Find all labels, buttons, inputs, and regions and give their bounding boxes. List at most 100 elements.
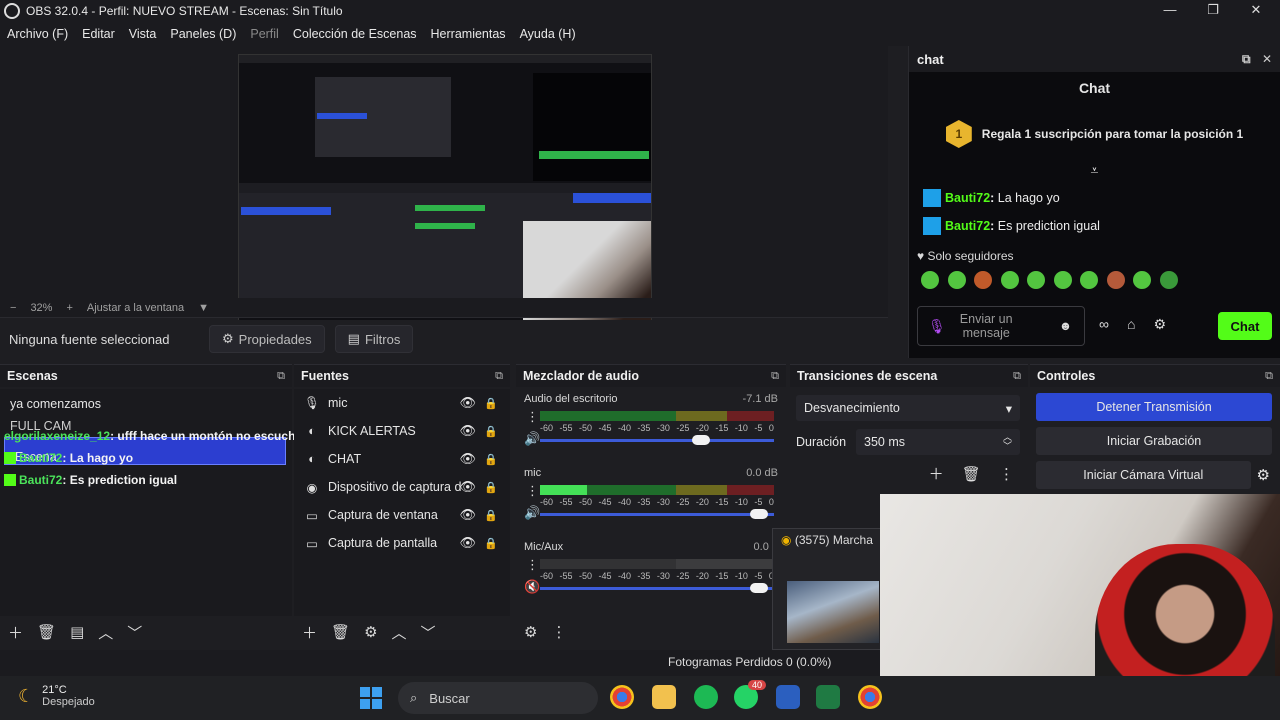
source-settings-icon[interactable]: ⚙ (364, 623, 377, 641)
zoom-in-button[interactable]: + (66, 302, 72, 314)
move-up-icon[interactable]: ︿ (392, 622, 407, 643)
spinner-icon[interactable]: ︿ ﹀ (1003, 433, 1012, 451)
close-button[interactable]: ✕ (1236, 2, 1276, 20)
chat-send-button[interactable]: Chat (1218, 312, 1272, 340)
weather-widget[interactable]: ☾ 21°C Despejado (18, 684, 95, 708)
mixer-menu-icon[interactable]: ⋮ (551, 623, 566, 641)
maximize-button[interactable]: ❐ (1193, 2, 1233, 20)
eye-icon[interactable]: 👁 (459, 451, 476, 467)
muted-speaker-icon[interactable]: 🔇 (524, 579, 540, 595)
advanced-audio-icon[interactable]: ⚙ (524, 623, 537, 641)
chat-message-input[interactable]: 🎙 Enviar un mensaje ☻ (917, 306, 1085, 346)
menu-file[interactable]: Archivo (F) (7, 27, 68, 41)
chat-user[interactable]: Bauti72 (945, 219, 990, 233)
gear-icon[interactable]: ⚙ (1153, 316, 1166, 333)
emote-icon[interactable] (1053, 271, 1072, 289)
emote-icon[interactable] (947, 271, 966, 289)
popout-icon[interactable]: ⧉ (771, 370, 779, 383)
source-item[interactable]: ▭ Captura de ventana 👁 🔒 (294, 501, 510, 529)
speaker-icon[interactable]: 🔊 (524, 431, 540, 447)
source-item[interactable]: ◐ KICK ALERTAS 👁 🔒 (294, 417, 510, 445)
emote-icon[interactable] (1159, 271, 1178, 289)
lock-icon[interactable]: 🔒 (484, 397, 498, 410)
emote-icon[interactable] (1106, 271, 1125, 289)
channel-menu-icon[interactable]: ⋮ (526, 557, 539, 573)
fit-to-window-select[interactable]: Ajustar a la ventana (87, 302, 184, 314)
remove-scene-button[interactable]: 🗑 (37, 623, 56, 641)
emote-icon[interactable] (1027, 271, 1045, 289)
minimize-button[interactable]: — (1150, 2, 1190, 20)
move-down-icon[interactable]: ﹀ (127, 622, 142, 643)
move-up-icon[interactable]: ︿ (98, 622, 113, 643)
mic-icon[interactable]: 🎙 (928, 318, 946, 335)
eye-icon[interactable]: 👁 (459, 535, 476, 551)
source-item[interactable]: ▭ Captura de pantalla 👁 🔒 (294, 529, 510, 557)
lock-icon[interactable]: 🔒 (484, 453, 498, 466)
taskbar-search[interactable]: ⌕ Buscar (398, 682, 598, 714)
start-recording-button[interactable]: Iniciar Grabación (1036, 427, 1272, 455)
zoom-out-button[interactable]: − (10, 302, 16, 314)
speaker-icon[interactable]: 🔊 (524, 505, 540, 521)
menu-docks[interactable]: Paneles (D) (170, 27, 236, 41)
browser-thumbnail[interactable]: ◉ (3575) Marcha (772, 528, 882, 650)
lock-icon[interactable]: 🔒 (484, 509, 498, 522)
emoji-icon[interactable]: ☻ (1059, 319, 1072, 333)
chevron-down-icon[interactable]: ▼ (198, 302, 209, 314)
emote-icon[interactable] (974, 271, 992, 289)
source-item[interactable]: ◐ CHAT 👁 🔒 (294, 445, 510, 473)
emote-icon[interactable] (1133, 271, 1151, 289)
volume-knob[interactable] (750, 509, 769, 519)
lock-icon[interactable]: 🔒 (484, 481, 498, 494)
chevron-down-icon[interactable]: ⩡ (909, 162, 1280, 179)
add-source-button[interactable]: ＋ (302, 622, 317, 643)
lock-icon[interactable]: 🔒 (484, 537, 498, 550)
volume-knob[interactable] (750, 583, 769, 593)
menu-scene-collection[interactable]: Colección de Escenas (293, 27, 417, 41)
windows-start-icon[interactable] (360, 687, 382, 709)
popout-icon[interactable]: ⧉ (495, 370, 503, 383)
filters-button[interactable]: ▤ Filtros (334, 325, 414, 353)
folder-icon[interactable] (652, 685, 676, 709)
volume-slider[interactable] (540, 509, 774, 519)
duration-input[interactable]: 350 ms ︿ ﹀ (856, 429, 1020, 455)
remove-source-button[interactable]: 🗑 (331, 623, 350, 641)
menu-edit[interactable]: Editar (82, 27, 115, 41)
menu-profile[interactable]: Perfil (250, 27, 278, 41)
eye-icon[interactable]: 👁 (459, 423, 476, 439)
emote-icon[interactable] (921, 271, 939, 289)
word-icon[interactable] (776, 685, 800, 709)
properties-button[interactable]: ⚙ Propiedades (209, 325, 325, 353)
menu-help[interactable]: Ayuda (H) (520, 27, 576, 41)
popout-icon[interactable]: ⧉ (1265, 370, 1273, 383)
eye-icon[interactable]: 👁 (459, 395, 476, 411)
volume-knob[interactable] (691, 435, 710, 445)
popout-icon[interactable]: ⧉ (1013, 370, 1021, 383)
move-down-icon[interactable]: ﹀ (421, 622, 436, 643)
emote-icon[interactable] (1080, 271, 1098, 289)
transition-menu-icon[interactable]: ⋮ (999, 466, 1014, 483)
close-icon[interactable]: ✕ (1262, 52, 1272, 66)
spotify-icon[interactable] (694, 685, 718, 709)
scene-item[interactable]: ya comenzamos (0, 393, 292, 415)
volume-slider[interactable] (540, 583, 774, 593)
preview-canvas[interactable] (238, 54, 652, 338)
scene-filter-icon[interactable]: ▤ (70, 623, 84, 641)
virtual-camera-settings-icon[interactable]: ⚙ (1257, 466, 1270, 484)
add-transition-button[interactable]: ＋ (929, 466, 944, 483)
store-icon[interactable]: ⌂ (1127, 316, 1135, 333)
eye-icon[interactable]: 👁 (459, 479, 476, 495)
volume-slider[interactable] (540, 435, 774, 445)
chrome-icon[interactable] (610, 685, 634, 709)
source-item[interactable]: 🎙 mic 👁 🔒 (294, 389, 510, 417)
menu-tools[interactable]: Herramientas (431, 27, 506, 41)
excel-icon[interactable] (816, 685, 840, 709)
virtual-camera-button[interactable]: Iniciar Cámara Virtual (1036, 461, 1251, 489)
emote-icon[interactable] (1000, 271, 1019, 289)
transition-select[interactable]: Desvanecimiento ▾ (796, 395, 1020, 421)
popout-icon[interactable]: ⧉ (277, 370, 285, 383)
remove-transition-button[interactable]: 🗑 (962, 466, 981, 483)
eye-icon[interactable]: 👁 (459, 507, 476, 523)
popout-icon[interactable]: ⧉ (1242, 52, 1251, 66)
lock-icon[interactable]: 🔒 (484, 425, 498, 438)
menu-view[interactable]: Vista (129, 27, 157, 41)
